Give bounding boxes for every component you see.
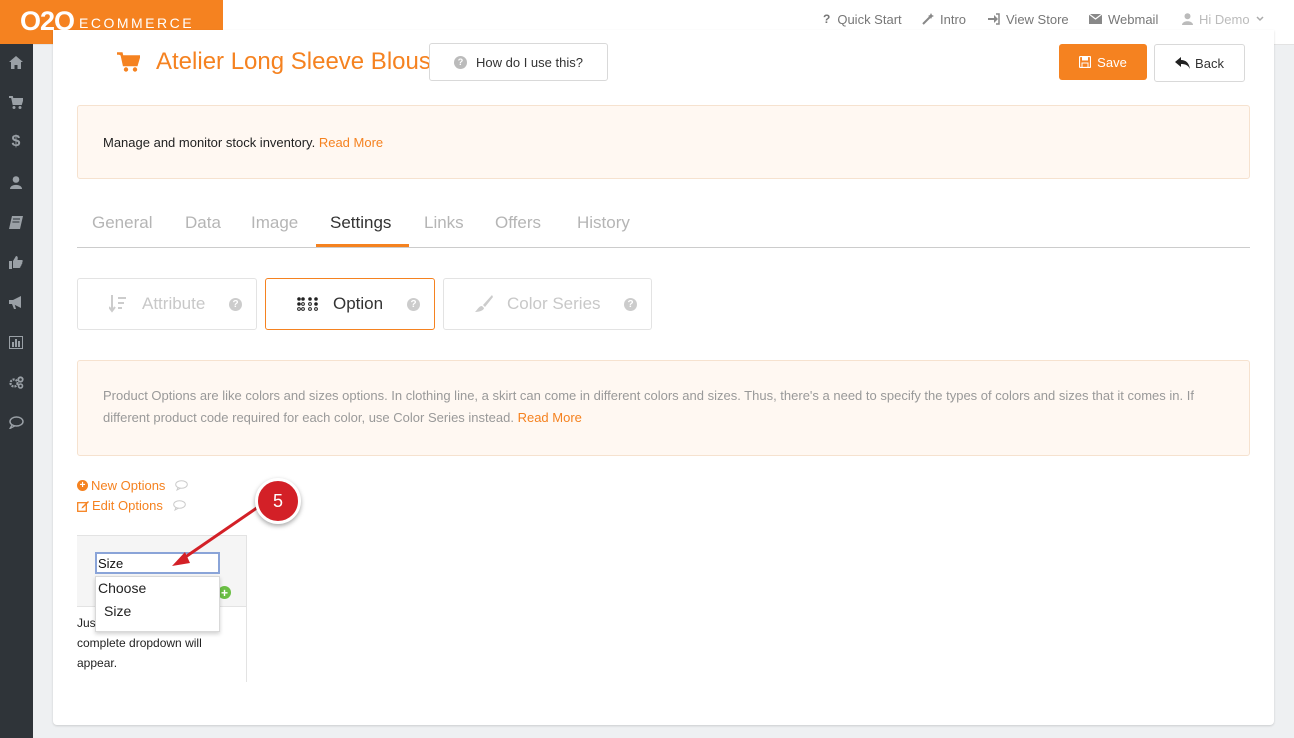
question-circle-icon: ?: [229, 297, 242, 311]
question-circle-icon: ?: [454, 55, 468, 69]
save-label: Save: [1097, 54, 1127, 70]
sign-in-icon: [988, 13, 1000, 25]
quick-start-label: Quick Start: [837, 11, 902, 27]
step-badge: 5: [255, 478, 301, 524]
product-title: Atelier Long Sleeve Blouse: [156, 48, 445, 75]
webmail-label: Webmail: [1108, 11, 1159, 27]
subtab-color-series[interactable]: Color Series ?: [443, 278, 652, 330]
option-info-text: Product Options are like colors and size…: [103, 388, 1194, 425]
autocomplete-hint: Jus complete dropdown will appear.: [77, 613, 237, 673]
sidebar-background: [0, 444, 33, 738]
subtab-attribute-label: Attribute: [142, 294, 206, 313]
dropdown-header: Choose: [98, 580, 147, 596]
view-store-link[interactable]: View Store: [988, 12, 1069, 27]
help-button[interactable]: ? How do I use this?: [429, 43, 608, 81]
tab-image[interactable]: Image: [251, 213, 298, 233]
active-tab-indicator: [316, 244, 409, 247]
tab-settings[interactable]: Settings: [330, 213, 391, 233]
gears-icon[interactable]: [7, 373, 25, 391]
logo-ecommerce: ECOMMERCE: [79, 15, 195, 31]
paint-brush-icon: [475, 295, 493, 312]
help-label: How do I use this?: [476, 54, 583, 70]
dollar-icon[interactable]: $: [7, 133, 25, 151]
user-menu[interactable]: Hi Demo: [1182, 12, 1270, 27]
hint-partial: Jus: [77, 616, 96, 630]
back-label: Back: [1195, 55, 1224, 71]
subtab-option[interactable]: Option ?: [265, 278, 435, 330]
floppy-icon: [1079, 56, 1092, 68]
tab-links[interactable]: Links: [424, 213, 464, 233]
home-icon[interactable]: [7, 53, 25, 71]
option-info-box: Product Options are like colors and size…: [77, 360, 1250, 456]
read-more-link[interactable]: Read More: [319, 135, 383, 150]
view-store-label: View Store: [1006, 11, 1069, 27]
page-title: Atelier Long Sleeve Blouse: [117, 48, 444, 76]
subtab-attribute[interactable]: Attribute ?: [77, 278, 257, 330]
edit-icon: [77, 500, 89, 512]
intro-link[interactable]: Intro: [922, 12, 966, 27]
cart-icon: [117, 52, 140, 72]
bullhorn-icon[interactable]: [7, 293, 25, 311]
tab-general[interactable]: General: [92, 213, 152, 233]
stock-info-text: Manage and monitor stock inventory.: [103, 135, 316, 150]
stock-info-box: Manage and monitor stock inventory. Read…: [77, 105, 1250, 179]
intro-label: Intro: [940, 11, 967, 27]
question-icon: ?: [823, 12, 831, 26]
tab-data[interactable]: Data: [185, 213, 221, 233]
magic-wand-icon: [922, 13, 934, 25]
hint-rest: complete dropdown will appear.: [77, 636, 202, 670]
braille-dots-icon: [297, 297, 318, 311]
back-button[interactable]: Back: [1154, 44, 1245, 82]
question-circle-icon: ?: [624, 297, 637, 311]
user-icon[interactable]: [7, 173, 25, 191]
user-icon: [1182, 13, 1193, 25]
comment-icon[interactable]: [7, 413, 25, 431]
tab-offers[interactable]: Offers: [495, 213, 541, 233]
question-circle-icon: ?: [407, 297, 420, 311]
chevron-down-icon: [1256, 16, 1264, 22]
main-panel: Atelier Long Sleeve Blouse ? How do I us…: [53, 30, 1274, 725]
quick-start-link[interactable]: ? Quick Start: [823, 12, 902, 27]
bar-chart-icon[interactable]: [7, 333, 25, 351]
book-icon[interactable]: [7, 213, 25, 231]
subtab-option-label: Option: [333, 294, 384, 313]
cart-icon[interactable]: [7, 93, 25, 111]
product-tabs: General Data Image Settings Links Offers…: [77, 201, 1250, 248]
save-button[interactable]: Save: [1059, 44, 1147, 80]
user-name: Hi Demo: [1199, 11, 1250, 27]
plus-circle-icon: +: [77, 480, 88, 491]
thumbs-up-icon[interactable]: [7, 253, 25, 271]
webmail-link[interactable]: Webmail: [1089, 12, 1158, 27]
sort-amount-icon: [109, 295, 126, 313]
sidebar: $: [0, 44, 33, 444]
subtab-color-series-label: Color Series: [507, 294, 601, 313]
reply-icon: [1175, 57, 1191, 69]
tab-history[interactable]: History: [577, 213, 630, 233]
read-more-link[interactable]: Read More: [518, 410, 582, 425]
envelope-icon: [1089, 14, 1102, 24]
